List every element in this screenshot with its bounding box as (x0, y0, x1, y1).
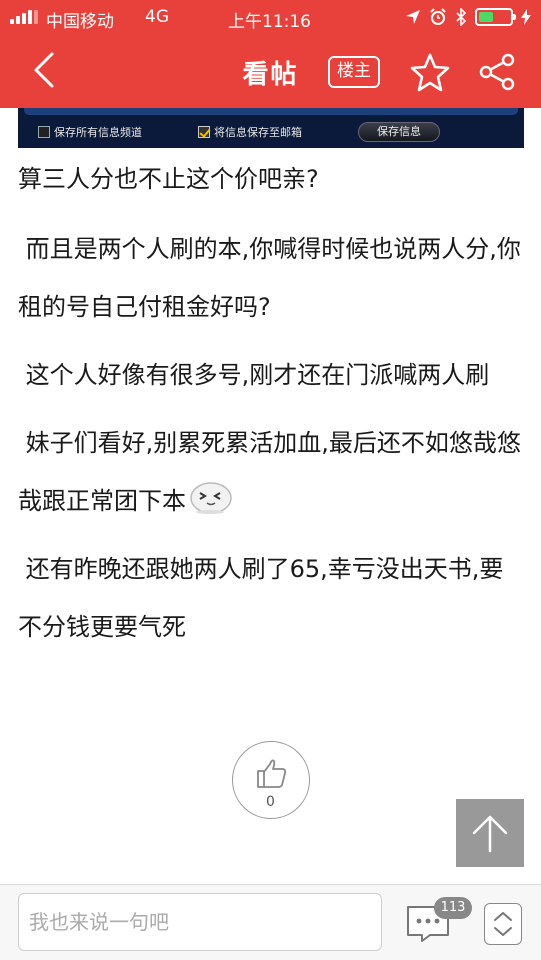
post-paragraph-text: 而且是两个人刷的本,你喊得时候也说两人分,你租的号自己付租金好吗? (18, 235, 521, 321)
post-paragraph: 妹子们看好,别累死累活加血,最后还不如悠哉悠哉跟正常团下本 (18, 414, 523, 530)
post-image[interactable]: 保存所有信息频道 将信息保存至邮箱 保存信息 (18, 108, 524, 148)
post-paragraph-text: 妹子们看好,别累死累活加血,最后还不如悠哉悠哉跟正常团下本 (18, 429, 521, 515)
like-button[interactable]: 0 (232, 741, 310, 819)
checkbox-checked-icon (198, 126, 210, 138)
post-paragraph: 还有昨晚还跟她两人刷了65,幸亏没出天书,要不分钱更要气死 (18, 540, 523, 656)
post-paragraph-text: 这个人好像有很多号,刚才还在门派喊两人刷 (25, 361, 490, 389)
comment-count-badge: 113 (434, 897, 472, 919)
share-button[interactable] (476, 50, 520, 94)
network-type: 4G (145, 7, 169, 27)
carrier-name: 中国移动 (46, 12, 114, 32)
status-bar: 中国移动 4G 上午11:16 (0, 0, 541, 34)
status-time: 上午11:16 (228, 12, 311, 32)
chevron-up-down-icon (494, 912, 512, 936)
thumbs-up-icon (257, 759, 287, 788)
location-arrow-icon (406, 10, 420, 24)
charging-bolt-icon (521, 9, 531, 25)
laughing-face-emoji-icon (188, 478, 234, 514)
owner-only-button[interactable]: 楼主 (328, 56, 380, 88)
star-icon (410, 53, 450, 92)
post-paragraph-text: 还有昨晚还跟她两人刷了65,幸亏没出天书,要不分钱更要气死 (18, 555, 504, 641)
option-label: 保存所有信息频道 (54, 126, 142, 139)
option-save-to-mailbox: 将信息保存至邮箱 (198, 124, 302, 140)
bottom-bar: 113 (0, 884, 541, 960)
back-to-top-button[interactable] (456, 799, 524, 867)
option-label: 将信息保存至邮箱 (214, 126, 302, 139)
reply-input[interactable] (18, 893, 382, 951)
like-count: 0 (266, 794, 275, 810)
post-paragraph: 这个人好像有很多号,刚才还在门派喊两人刷 (18, 346, 523, 404)
checkbox-icon (38, 126, 50, 138)
page-title: 看帖 (242, 60, 299, 90)
save-info-button: 保存信息 (358, 122, 440, 142)
post-paragraph: 算三人分也不止这个价吧亲? (18, 165, 319, 193)
post-body: 算三人分也不止这个价吧亲? 而且是两个人刷的本,你喊得时候也说两人分,你租的号自… (18, 150, 523, 662)
bluetooth-icon (456, 8, 467, 26)
battery-icon (475, 8, 516, 26)
signal-strength-icon (10, 10, 40, 24)
share-icon (479, 53, 515, 91)
status-icons (405, 7, 531, 27)
alarm-clock-icon (430, 8, 446, 25)
favorite-button[interactable] (408, 50, 452, 94)
top-bar: 中国移动 4G 上午11:16 看帖 楼主 (0, 0, 541, 108)
arrow-up-icon (472, 815, 508, 853)
post-paragraph: 而且是两个人刷的本,你喊得时候也说两人分,你租的号自己付租金好吗? (18, 220, 523, 336)
header: 看帖 楼主 (0, 34, 541, 108)
option-save-all-channels: 保存所有信息频道 (38, 124, 142, 140)
page-jump-button[interactable] (484, 903, 522, 945)
